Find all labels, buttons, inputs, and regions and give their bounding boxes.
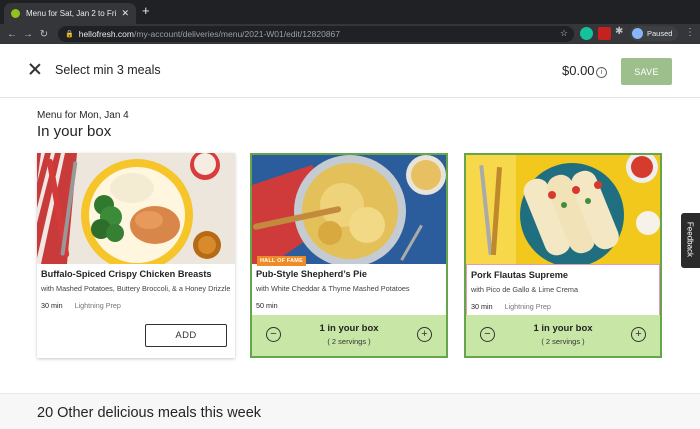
recipe-name: Pub-Style Shepherd’s Pie [256,269,367,279]
recipe-time: 50 min [256,301,278,310]
page-header: Select min 3 meals $0.00 i SAVE [0,44,700,98]
quantity-selector: − 1 in your box ( 2 servings ) + [252,315,446,356]
profile-button[interactable]: Paused [630,26,678,41]
recipe-meta: 30 min Lightning Prep [471,302,655,311]
recipe-card-pork-flautas[interactable]: Pork Flautas Supreme with Pico de Gallo … [464,153,662,358]
hellofresh-favicon-icon [11,9,20,18]
url-path: /my-account/deliveries/menu/2021-W01/edi… [134,29,341,39]
recipe-image[interactable] [466,155,660,264]
increase-quantity-button[interactable]: + [417,327,432,342]
recipe-time: 30 min [41,301,63,310]
recipe-image[interactable] [37,153,235,264]
servings-label: ( 2 servings ) [541,337,585,346]
add-button[interactable]: ADD [145,324,227,347]
browser-menu-icon[interactable]: ⋮ [685,27,695,38]
increase-quantity-button[interactable]: + [631,327,646,342]
extensions-puzzle-icon[interactable]: ✱ [615,26,628,39]
close-icon[interactable] [29,63,41,75]
recipe-name: Pork Flautas Supreme [471,270,569,280]
new-tab-icon[interactable]: + [142,4,150,18]
url-host: hellofresh.com [78,29,134,39]
recipe-info[interactable]: Pub-Style Shepherd’s Pie with White Ched… [252,264,446,316]
browser-toolbar: ← → ↻ 🔒 hellofresh.com /my-account/deliv… [0,24,700,44]
close-tab-icon[interactable]: ✕ [121,8,129,19]
tab-title: Menu for Sat, Jan 2 to Fri, Jan 8 [26,9,118,18]
hall-of-fame-badge: HALL OF FAME [257,256,306,266]
quantity-selector: − 1 in your box ( 2 servings ) + [466,315,660,356]
avatar [632,28,643,39]
menu-date: Menu for Mon, Jan 4 [37,110,129,121]
info-icon[interactable]: i [596,67,607,78]
browser-tab[interactable]: Menu for Sat, Jan 2 to Fri, Jan 8 ✕ [4,3,136,24]
address-bar[interactable]: 🔒 hellofresh.com /my-account/deliveries/… [58,26,574,42]
recipe-name: Buffalo-Spiced Crispy Chicken Breasts [41,269,212,279]
browser-tab-bar: Menu for Sat, Jan 2 to Fri, Jan 8 ✕ + [0,0,700,24]
recipe-subtitle: with White Cheddar & Thyme Mashed Potato… [256,284,410,293]
recipe-meta: 50 min [256,301,442,310]
recipe-info[interactable]: Buffalo-Spiced Crispy Chicken Breasts wi… [37,264,235,316]
recipe-subtitle: with Mashed Potatoes, Buttery Broccoli, … [41,284,231,293]
recipe-meta: 30 min Lightning Prep [41,301,231,310]
save-button[interactable]: SAVE [621,58,672,85]
forward-icon[interactable]: → [20,29,36,40]
recipe-tag: Lightning Prep [74,301,121,310]
page-title: Select min 3 meals [55,63,161,77]
section-heading: In your box [37,123,112,140]
lock-icon: 🔒 [65,31,74,38]
back-icon[interactable]: ← [4,29,20,40]
price-total: $0.00 [562,63,595,78]
extension-red-icon[interactable] [598,27,611,40]
recipe-tag: Lightning Prep [504,302,551,311]
recipe-card-buffalo-chicken[interactable]: Buffalo-Spiced Crispy Chicken Breasts wi… [37,153,235,358]
feedback-label: Feedback [685,221,695,258]
recipe-card-shepherds-pie[interactable]: HALL OF FAME Pub-Style Shepherd’s Pie wi… [250,153,448,358]
reload-icon[interactable]: ↻ [36,29,52,40]
servings-label: ( 2 servings ) [327,337,371,346]
recipe-subtitle: with Pico de Gallo & Lime Crema [471,285,579,294]
recipe-time: 30 min [471,302,493,311]
feedback-tab[interactable]: Feedback [681,213,700,268]
other-meals-heading: 20 Other delicious meals this week [37,405,262,421]
recipe-info[interactable]: Pork Flautas Supreme with Pico de Gallo … [466,264,660,316]
grammarly-extension-icon[interactable] [580,27,593,40]
bookmark-star-icon[interactable]: ☆ [560,28,568,39]
profile-status: Paused [647,29,673,38]
recipe-image[interactable] [252,155,446,264]
